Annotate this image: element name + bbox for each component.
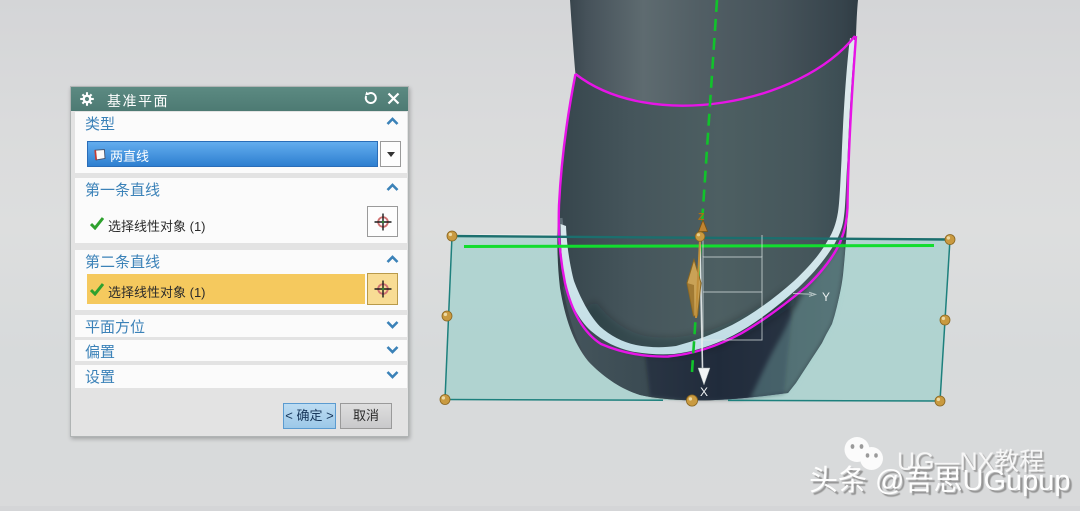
svg-text:Z: Z	[698, 211, 705, 223]
svg-text:Y: Y	[822, 290, 830, 304]
svg-text:X: X	[700, 385, 708, 399]
